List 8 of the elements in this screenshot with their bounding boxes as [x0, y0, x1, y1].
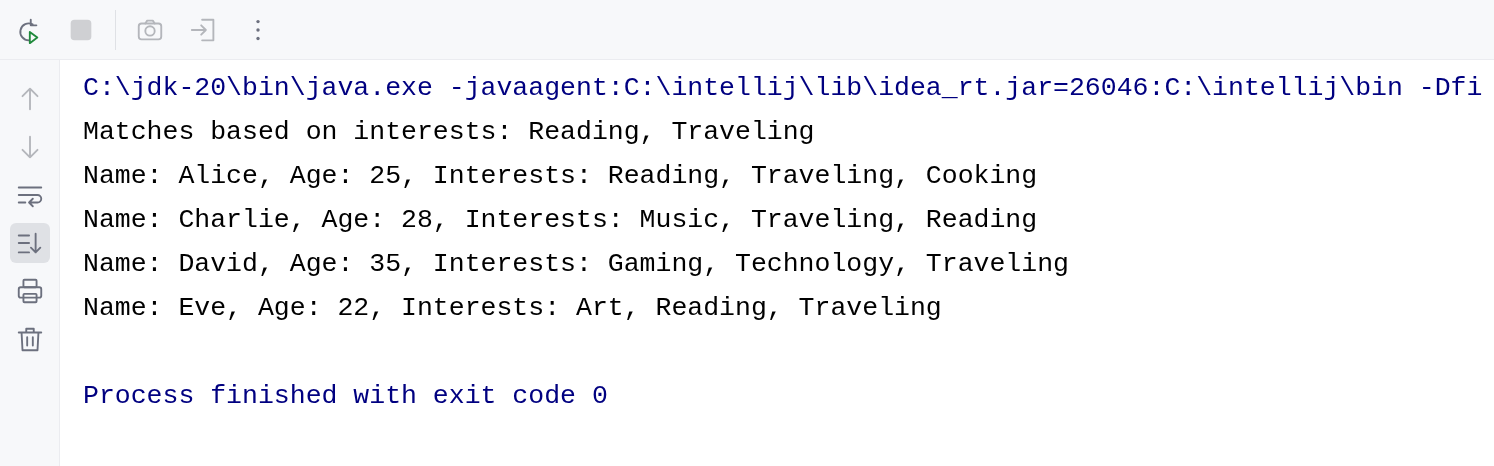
console-line: Matches based on interests: Reading, Traveling — [83, 117, 815, 147]
scroll-end-icon[interactable] — [9, 223, 50, 263]
console-line: Name: Eve, Age: 22, Interests: Art, Reading, Traveling — [83, 293, 942, 323]
console-line: C:\jdk-20\bin\java.exe -javaagent:C:\intellij\lib\idea_rt.jar=26046:C:\intellij\bin -Dfi — [83, 73, 1483, 103]
console-line: Process finished with exit code 0 — [83, 381, 608, 411]
console-line: Name: David, Age: 35, Interests: Gaming, Technology, Traveling — [83, 249, 1069, 279]
console-line: Name: Alice, Age: 25, Interests: Reading, Traveling, Cooking — [83, 161, 1038, 191]
console-line: Name: Charlie, Age: 28, Interests: Music, Traveling, Reading — [83, 205, 1038, 235]
